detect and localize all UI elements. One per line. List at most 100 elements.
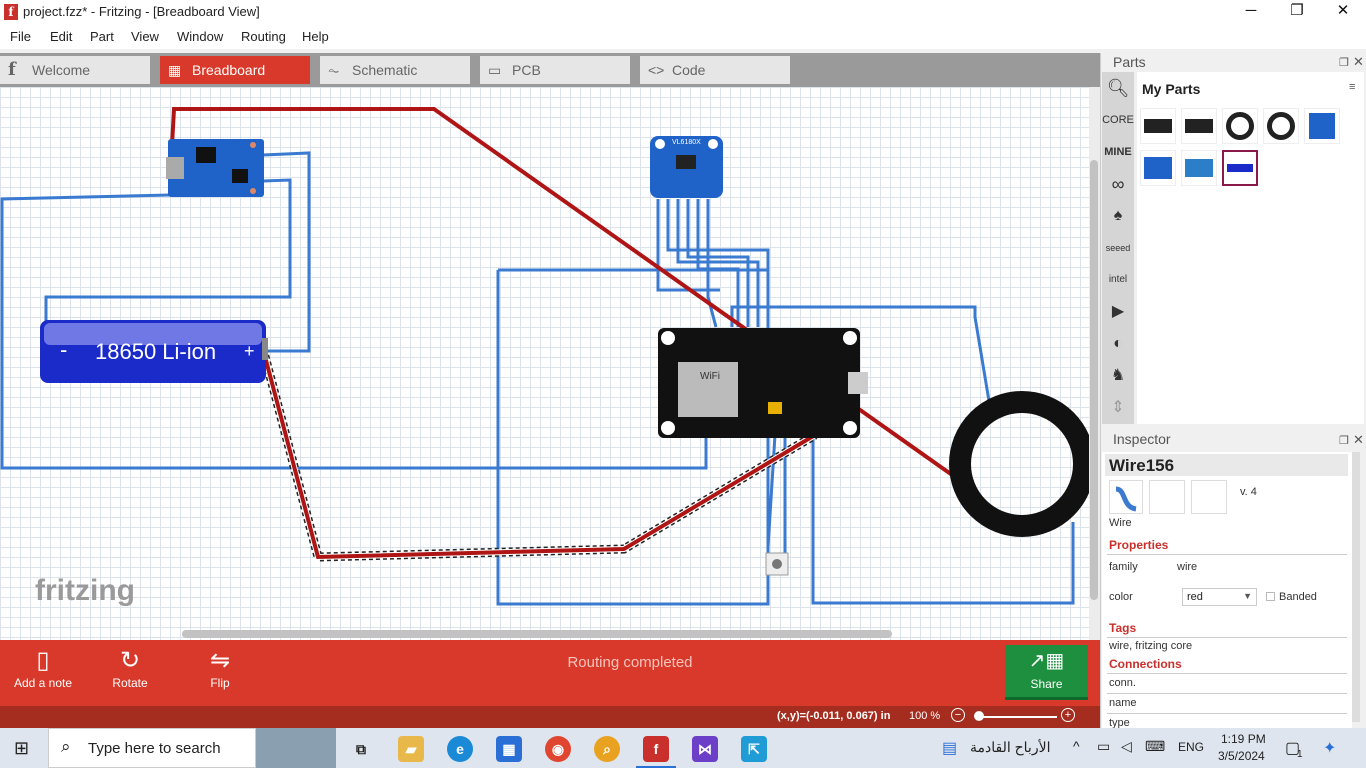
search-highlight-image[interactable] [256, 728, 336, 768]
add-note-label: Add a note [13, 676, 73, 690]
tp4056-charger-module[interactable] [166, 139, 264, 197]
flip-button[interactable]: ⇋ Flip [190, 640, 250, 706]
banded-checkbox[interactable] [1266, 592, 1275, 601]
search-icon: ⌕ [61, 737, 71, 756]
zoom-out-button[interactable]: − [951, 708, 965, 722]
keyboard-icon[interactable]: ⌨ [1145, 738, 1165, 755]
add-note-button[interactable]: ▯ Add a note [10, 640, 76, 706]
menu-routing[interactable]: Routing [241, 29, 286, 44]
parts-close-icon[interactable]: ✕ [1353, 54, 1364, 70]
share-icon: ↗▦ [1028, 650, 1065, 672]
part-thumb-2[interactable] [1181, 108, 1217, 144]
conn-label: conn. [1109, 677, 1136, 689]
push-button[interactable] [765, 552, 789, 576]
file-explorer-icon[interactable]: ▰ [398, 736, 424, 762]
tab-welcome[interactable]: f Welcome [0, 56, 150, 84]
bin-mine[interactable]: MINE [1102, 136, 1134, 168]
clock-time[interactable]: 1:19 PM [1221, 732, 1266, 746]
visual-studio-icon[interactable]: ⋈ [692, 736, 718, 762]
part-thumb-4[interactable] [1263, 108, 1299, 144]
part-thumb-7[interactable] [1181, 150, 1217, 186]
tray-chevron-icon[interactable]: ^ [1073, 738, 1080, 754]
inspector-scrollbar[interactable] [1352, 452, 1360, 722]
menu-view[interactable]: View [131, 29, 159, 44]
name-label: name [1109, 697, 1137, 709]
copilot-icon[interactable]: ✦ [1323, 738, 1336, 758]
tab-breadboard[interactable]: ▦ Breadboard [160, 56, 310, 84]
snap-icon[interactable]: ◐ [1102, 328, 1134, 360]
menu-edit[interactable]: Edit [50, 29, 72, 44]
vl6180x-sensor[interactable]: VL6180X [650, 136, 723, 198]
part-thumb-3[interactable] [1222, 108, 1258, 144]
vertical-scroll-thumb[interactable] [1090, 160, 1098, 600]
inspector-close-icon[interactable]: ✕ [1353, 432, 1364, 448]
part-thumb-1[interactable] [1140, 108, 1176, 144]
chevron-down-icon: ▼ [1243, 591, 1252, 601]
edge-browser-icon[interactable]: e [447, 736, 473, 762]
news-widget-icon[interactable]: ▤ [942, 738, 957, 758]
parts-float-icon[interactable]: ❐ [1339, 56, 1349, 69]
menu-window[interactable]: Window [177, 29, 223, 44]
tab-label: Code [672, 62, 706, 78]
fritzing-taskbar-icon[interactable]: f [643, 736, 669, 762]
chrome-icon[interactable]: ◉ [545, 736, 571, 762]
zoom-in-button[interactable]: + [1061, 708, 1075, 722]
battery-plus-label: + [244, 341, 255, 361]
zoom-slider-handle[interactable] [974, 711, 984, 721]
menu-file[interactable]: File [10, 29, 31, 44]
menu-help[interactable]: Help [302, 29, 329, 44]
search-app-icon[interactable]: ⌕ [594, 736, 620, 762]
mascot-icon[interactable]: ♞ [1102, 360, 1134, 392]
battery-tray-icon[interactable]: ▭ [1097, 738, 1110, 755]
tab-code[interactable]: <> Code [640, 56, 790, 84]
play-icon[interactable]: ▶ [1102, 296, 1134, 328]
close-button[interactable]: ✕ [1320, 0, 1366, 24]
scroll-arrows-icon[interactable]: ⇕ [1102, 392, 1134, 424]
nodemcu-esp8266-board[interactable]: WiFi [658, 328, 868, 438]
horizontal-scroll-thumb[interactable] [182, 630, 892, 638]
zoom-level: 100 % [909, 710, 941, 722]
zoom-slider[interactable] [975, 716, 1057, 718]
windows-start-icon[interactable]: ⊞ [14, 738, 29, 759]
circuit-drawing: - 18650 Li-ion + VL6180X WiFi fritzing [0, 107, 1089, 607]
bin-seeed[interactable]: seeed [1102, 232, 1134, 264]
minimize-button[interactable]: ─ [1228, 0, 1274, 24]
family-value: wire [1177, 561, 1198, 573]
task-view-icon[interactable]: ⧉ [348, 736, 374, 762]
share-button[interactable]: ↗▦ Share [1005, 645, 1088, 700]
news-widget-text[interactable]: الأرباح القادمة [970, 739, 1050, 756]
search-icon[interactable]: 🔍︎ [1102, 72, 1134, 104]
menu-part[interactable]: Part [90, 29, 114, 44]
part-thumb-5[interactable] [1304, 108, 1340, 144]
rotate-icon: ↻ [119, 647, 141, 674]
pcb-icon: ▭ [488, 62, 502, 78]
neopixel-ring[interactable] [949, 391, 1089, 537]
inspector-panel: Wire156 v. 4 Wire Properties family wire… [1102, 452, 1352, 729]
volume-icon[interactable]: ◁ [1121, 738, 1132, 755]
battery-18650[interactable]: - 18650 Li-ion + [40, 320, 268, 383]
part-thumb-8-selected[interactable] [1222, 150, 1258, 186]
parts-bin-bar: 🔍︎ CORE MINE ∞ ♠ seeed intel ▶ ◐ ♞ ⇕ [1102, 72, 1134, 424]
store-icon[interactable]: ▦ [496, 736, 522, 762]
tab-schematic[interactable]: ⏦ Schematic [320, 56, 470, 84]
breadboard-canvas[interactable]: - 18650 Li-ion + VL6180X WiFi fritzing [0, 87, 1089, 640]
taskbar-search-box[interactable]: ⌕ Type here to search [48, 728, 256, 768]
remote-app-icon[interactable]: ⇱ [741, 736, 767, 762]
language-indicator[interactable]: ENG [1178, 740, 1204, 754]
tab-pcb[interactable]: ▭ PCB [480, 56, 630, 84]
maximize-button[interactable]: ❐ [1274, 0, 1320, 24]
rotate-button[interactable]: ↻ Rotate [100, 640, 160, 706]
window-title: project.fzz* - Fritzing - [Breadboard Vi… [23, 4, 260, 19]
share-label: Share [1030, 677, 1063, 691]
parts-menu-icon[interactable]: ≡ [1349, 81, 1355, 93]
arduino-icon[interactable]: ∞ [1102, 168, 1134, 200]
tags-value: wire, fritzing core [1109, 640, 1193, 652]
sparkfun-icon[interactable]: ♠ [1102, 200, 1134, 232]
clock-date[interactable]: 3/5/2024 [1218, 749, 1265, 763]
part-thumb-6[interactable] [1140, 150, 1176, 186]
bin-core[interactable]: CORE [1102, 104, 1134, 136]
inspector-float-icon[interactable]: ❐ [1339, 434, 1349, 447]
color-select[interactable]: red ▼ [1182, 588, 1257, 606]
color-label: color [1109, 591, 1133, 603]
bin-intel[interactable]: intel [1102, 264, 1134, 296]
